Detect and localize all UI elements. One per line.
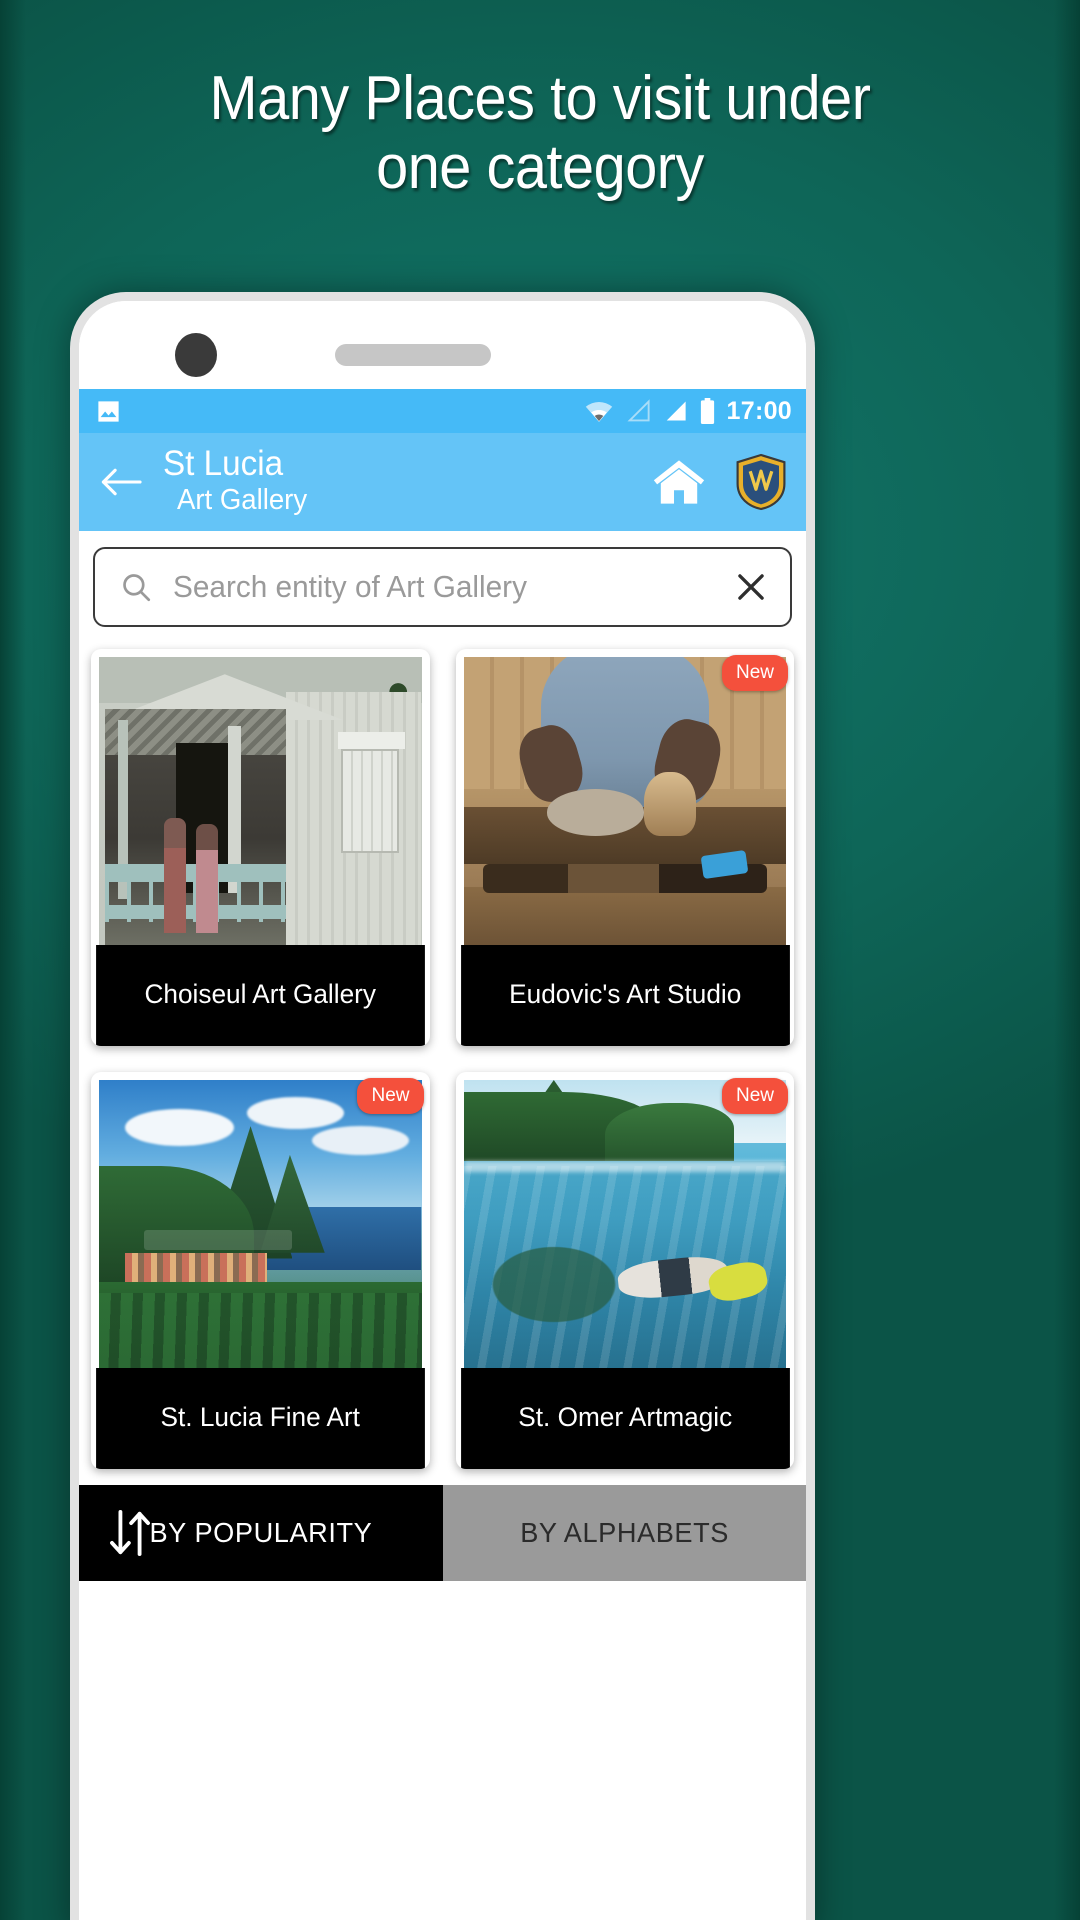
headline-line-2: one category <box>376 133 704 203</box>
signal-full-icon <box>662 399 688 423</box>
earpiece-speaker <box>335 344 491 366</box>
app-bar-actions <box>650 453 788 511</box>
headline-line-1: Many Places to visit under <box>209 64 871 133</box>
clear-search-button[interactable] <box>732 568 770 606</box>
place-title: Choiseul Art Gallery <box>96 945 425 1046</box>
signal-empty-icon <box>625 399 651 423</box>
status-bar-time: 17:00 <box>726 396 792 425</box>
place-card[interactable]: New St. Omer Artmagic <box>455 1072 794 1469</box>
place-image <box>99 657 422 945</box>
status-bar-right: 17:00 <box>584 397 792 426</box>
status-bar: 17:00 <box>79 389 806 433</box>
place-image <box>463 657 786 945</box>
search-input[interactable]: Search entity of Art Gallery <box>93 547 792 627</box>
search-icon <box>119 570 153 604</box>
place-title: Eudovic's Art Studio <box>460 945 789 1046</box>
tab-by-alphabets[interactable]: BY ALPHABETS <box>442 1485 806 1581</box>
search-section: Search entity of Art Gallery <box>79 531 806 635</box>
new-badge: New <box>721 1078 788 1114</box>
home-button[interactable] <box>650 456 708 508</box>
page-subtitle: Art Gallery <box>177 484 308 517</box>
search-placeholder: Search entity of Art Gallery <box>173 569 527 604</box>
phone-top-bezel <box>79 301 806 389</box>
place-card[interactable]: Choiseul Art Gallery <box>91 649 430 1046</box>
new-badge: New <box>357 1078 424 1114</box>
place-title: St. Lucia Fine Art <box>96 1368 425 1469</box>
place-title: St. Omer Artmagic <box>460 1368 789 1469</box>
new-badge: New <box>721 655 788 691</box>
place-image <box>463 1080 786 1368</box>
place-image <box>99 1080 422 1368</box>
sort-tab-bar: BY POPULARITY BY ALPHABETS <box>79 1485 806 1581</box>
places-grid: Choiseul Art Gallery New Eudovic's Art S… <box>79 635 806 1469</box>
image-icon <box>95 398 122 425</box>
battery-icon <box>699 398 716 424</box>
wifi-icon <box>584 399 614 423</box>
app-bar-titles: St Lucia Art Gallery <box>163 443 314 519</box>
home-icon <box>650 456 708 508</box>
page-title: St Lucia <box>163 443 284 483</box>
arrow-left-icon <box>99 465 143 499</box>
front-camera-icon <box>175 333 217 377</box>
shield-logo-icon <box>734 453 788 511</box>
tab-label: BY ALPHABETS <box>519 1517 729 1548</box>
tab-label: BY POPULARITY <box>149 1517 373 1548</box>
app-bar: St Lucia Art Gallery <box>79 433 806 531</box>
back-button[interactable] <box>93 465 149 499</box>
status-bar-left <box>95 398 122 425</box>
sort-arrows-icon <box>107 1507 153 1559</box>
promo-headline: Many Places to visit under one category <box>38 64 1042 203</box>
place-card[interactable]: New Eudovic's Art Studio <box>455 649 794 1046</box>
place-card[interactable]: New St. Lucia Fine Art <box>91 1072 430 1469</box>
app-logo-button[interactable] <box>734 453 788 511</box>
tab-by-popularity[interactable]: BY POPULARITY <box>79 1485 443 1581</box>
phone-mockup: 17:00 St Lucia Art Gallery Search entity… <box>70 292 815 1920</box>
